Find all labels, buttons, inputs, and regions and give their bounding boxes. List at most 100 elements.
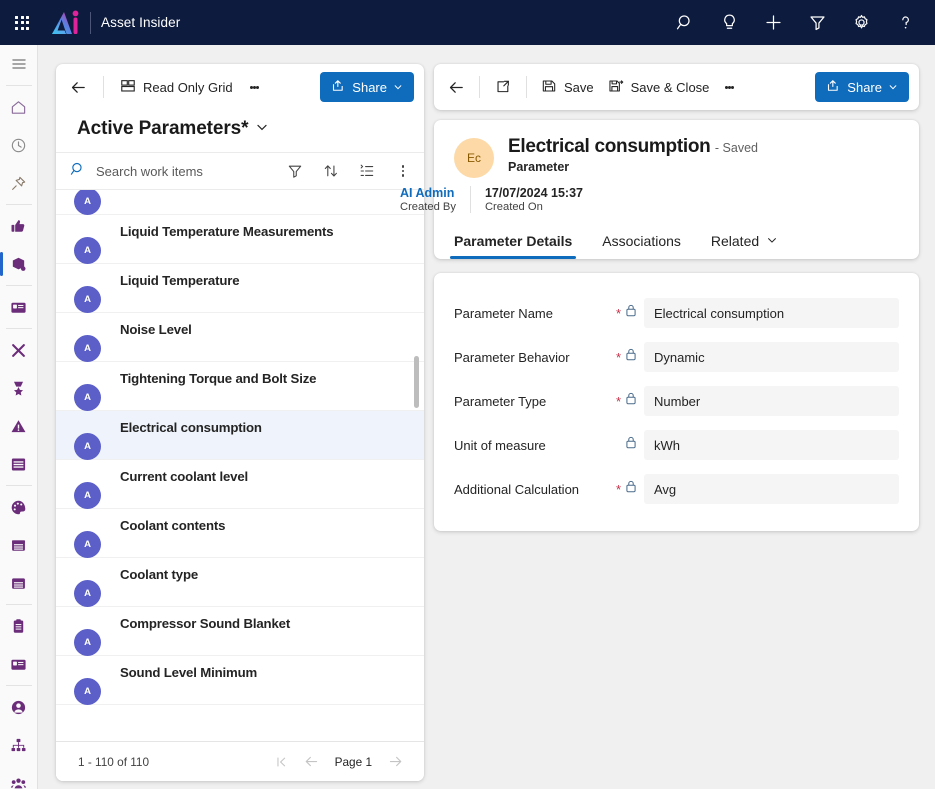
list-item[interactable]: A Compressor Sound Blanket <box>56 607 424 656</box>
waffle-grid-icon <box>15 15 29 30</box>
tab-associations[interactable]: Associations <box>598 229 685 259</box>
search-overflow-button[interactable] <box>390 156 416 186</box>
medal-icon[interactable] <box>0 369 37 407</box>
people-group-icon[interactable] <box>0 764 37 789</box>
hamburger-menu-icon[interactable] <box>0 45 37 83</box>
tab-parameter-details[interactable]: Parameter Details <box>450 229 577 259</box>
list-item[interactable]: A Liquid Temperature <box>56 264 424 313</box>
created-by-value[interactable]: AI Admin <box>400 186 456 200</box>
list-item[interactable]: A Liquid Temperature Measurements <box>56 215 424 264</box>
first-page-button[interactable] <box>267 748 297 776</box>
list-item-label: Liquid Temperature Measurements <box>120 224 334 239</box>
app-launcher-button[interactable] <box>0 15 44 30</box>
person-icon[interactable] <box>0 688 37 726</box>
factory-alt-icon[interactable] <box>0 564 37 602</box>
list-item-selected[interactable]: A Electrical consumption <box>56 411 424 460</box>
rail-divider <box>5 328 32 329</box>
form-overflow-button[interactable] <box>716 71 742 103</box>
card-icon[interactable] <box>0 288 37 326</box>
list-item[interactable]: A Coolant contents <box>56 509 424 558</box>
popout-icon[interactable] <box>487 71 519 103</box>
help-icon[interactable] <box>883 0 927 45</box>
list-item[interactable]: A Tightening Torque and Bolt Size <box>56 362 424 411</box>
save-and-close-button[interactable]: Save & Close <box>601 71 717 103</box>
field-value[interactable]: Dynamic <box>644 342 899 372</box>
list-overflow-button[interactable] <box>242 71 268 103</box>
back-button[interactable] <box>440 71 472 103</box>
group-by-icon[interactable] <box>354 156 380 186</box>
search-input[interactable] <box>96 163 272 179</box>
list-item-label: Sound Level Minimum <box>120 665 258 680</box>
list-icon[interactable] <box>0 445 37 483</box>
search-icon <box>70 161 86 182</box>
avatar: A <box>74 335 101 362</box>
rail-divider <box>5 685 32 686</box>
avatar: A <box>74 237 101 264</box>
avatar: A <box>74 629 101 656</box>
view-selector[interactable]: Active Parameters* <box>56 110 424 152</box>
share-button[interactable]: Share <box>815 72 909 102</box>
list-item-label: Tightening Torque and Bolt Size <box>120 371 317 386</box>
lightbulb-icon[interactable] <box>707 0 751 45</box>
list-item-label: Electrical consumption <box>120 420 262 435</box>
chevron-down-icon <box>393 80 403 95</box>
list-item[interactable]: A Coolant type <box>56 558 424 607</box>
warning-triangle-icon[interactable] <box>0 407 37 445</box>
form-panel: Save Save & Close Share Ec Electrical co… <box>400 64 919 781</box>
filter-icon[interactable] <box>795 0 839 45</box>
list-item[interactable]: A Noise Level <box>56 313 424 362</box>
created-by-label: Created By <box>400 201 456 213</box>
created-on-value: 17/07/2024 15:37 <box>484 186 583 200</box>
clipboard-icon[interactable] <box>0 607 37 645</box>
avatar: A <box>74 531 101 558</box>
list-item[interactable]: A Pressure limits MPa <box>56 190 424 215</box>
brand-divider <box>90 11 91 34</box>
pin-icon[interactable] <box>0 164 37 202</box>
recent-clock-icon[interactable] <box>0 126 37 164</box>
field-value[interactable]: kWh <box>644 430 899 460</box>
field-value[interactable]: Number <box>644 386 899 416</box>
view-switcher-button[interactable]: Read Only Grid <box>113 71 240 103</box>
list-footer: 1 - 110 of 110 Page 1 <box>56 741 424 781</box>
org-chart-icon[interactable] <box>0 726 37 764</box>
factory-icon[interactable] <box>0 526 37 564</box>
palette-icon[interactable] <box>0 488 37 526</box>
thumbs-up-icon[interactable] <box>0 207 37 245</box>
share-button[interactable]: Share <box>320 72 414 102</box>
field-value[interactable]: Avg <box>644 474 899 504</box>
save-button[interactable]: Save <box>534 71 601 103</box>
cube-icon[interactable] <box>0 245 37 283</box>
list-scroll-area: A Pressure limits MPa A Liquid Temperatu… <box>56 190 424 741</box>
list-item[interactable]: A Sound Level Minimum <box>56 656 424 705</box>
field-row-additional-calculation: Additional Calculation * Avg <box>454 467 899 511</box>
tools-icon[interactable] <box>0 331 37 369</box>
appbar-actions <box>663 0 935 45</box>
back-button[interactable] <box>62 71 94 103</box>
plus-icon[interactable] <box>751 0 795 45</box>
lock-icon <box>625 436 637 454</box>
parameter-details-form: Parameter Name * Electrical consumption … <box>434 273 919 531</box>
filter-icon[interactable] <box>282 156 308 186</box>
created-by-field: AI Admin Created By <box>400 186 470 213</box>
avatar: A <box>74 433 101 460</box>
list-scrollbar-thumb[interactable] <box>414 356 419 408</box>
contact-card-icon[interactable] <box>0 645 37 683</box>
field-value[interactable]: Electrical consumption <box>644 298 899 328</box>
lock-icon <box>625 348 637 366</box>
field-label: Parameter Name <box>454 305 553 321</box>
gear-icon[interactable] <box>839 0 883 45</box>
command-divider <box>526 76 527 98</box>
page-title: Electrical consumption <box>508 136 711 157</box>
record-metadata: AI Admin Created By 17/07/2024 15:37 Cre… <box>400 186 899 213</box>
list-item[interactable]: A Current coolant level <box>56 460 424 509</box>
search-icon[interactable] <box>663 0 707 45</box>
tab-related[interactable]: Related <box>707 229 782 259</box>
asset-insider-logo <box>44 0 88 45</box>
grid-icon <box>120 78 136 97</box>
field-row-parameter-behavior: Parameter Behavior * Dynamic <box>454 335 899 379</box>
next-page-button[interactable] <box>380 748 410 776</box>
previous-page-button[interactable] <box>297 748 327 776</box>
home-icon[interactable] <box>0 88 37 126</box>
sort-icon[interactable] <box>318 156 344 186</box>
view-title: Active Parameters* <box>77 118 249 139</box>
